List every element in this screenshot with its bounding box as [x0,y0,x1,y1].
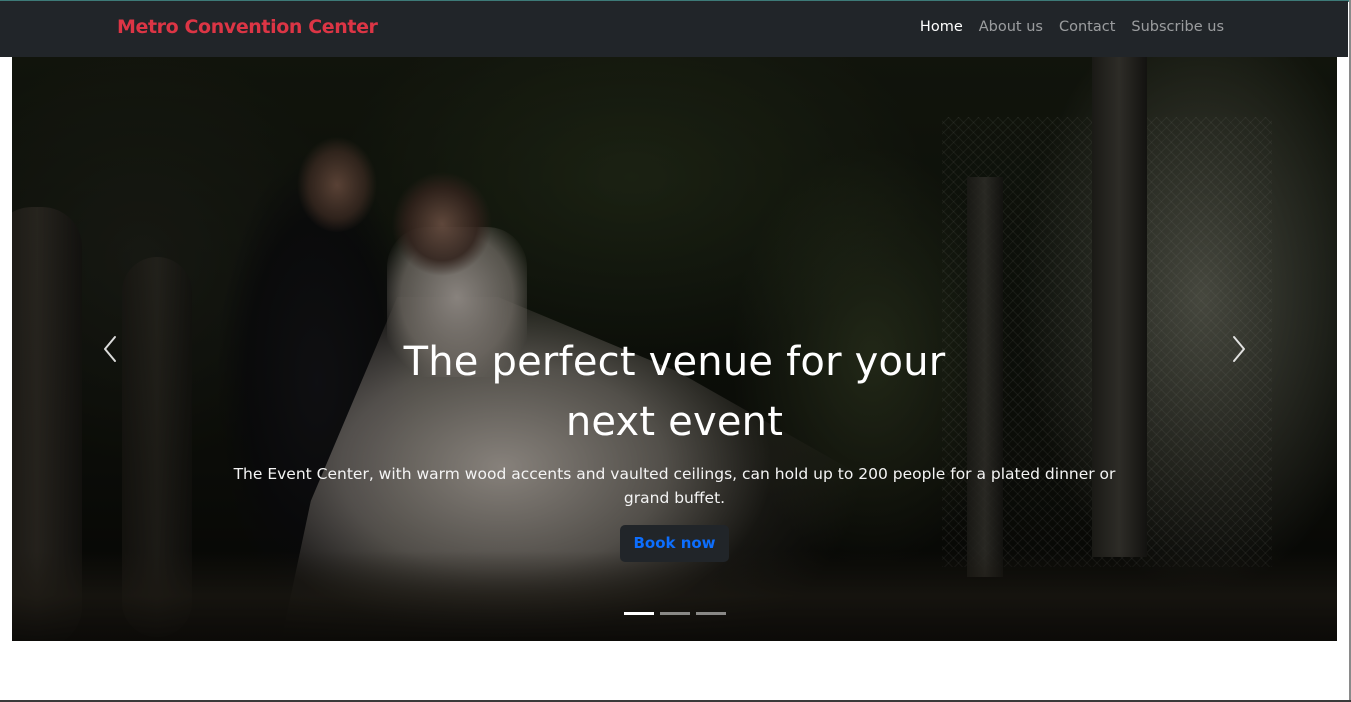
navbar: Metro Convention Center Home About us Co… [0,1,1348,57]
carousel-indicator-2[interactable] [659,612,690,615]
nav-link-contact[interactable]: Contact [1059,19,1115,35]
carousel-indicator-1[interactable] [623,612,654,615]
carousel-indicators [12,612,1337,615]
hero-carousel: The perfect venue for your next event Th… [12,57,1337,641]
brand-logo[interactable]: Metro Convention Center [117,16,378,38]
page: Metro Convention Center Home About us Co… [0,0,1351,702]
hero-description: The Event Center, with warm wood accents… [233,465,1116,507]
hero-title-line-1: The perfect venue for your [403,339,946,385]
hero-title-line-2: next event [565,399,784,445]
hero-caption: The perfect venue for your next event Th… [12,332,1337,562]
nav-link-about-us[interactable]: About us [979,19,1043,35]
carousel-indicator-3[interactable] [695,612,726,615]
hero-title: The perfect venue for your next event [365,332,985,452]
book-now-button[interactable]: Book now [620,525,729,562]
nav-link-home[interactable]: Home [920,19,963,35]
nav-link-subscribe-us[interactable]: Subscribe us [1131,19,1224,35]
nav-links: Home About us Contact Subscribe us [920,19,1224,35]
